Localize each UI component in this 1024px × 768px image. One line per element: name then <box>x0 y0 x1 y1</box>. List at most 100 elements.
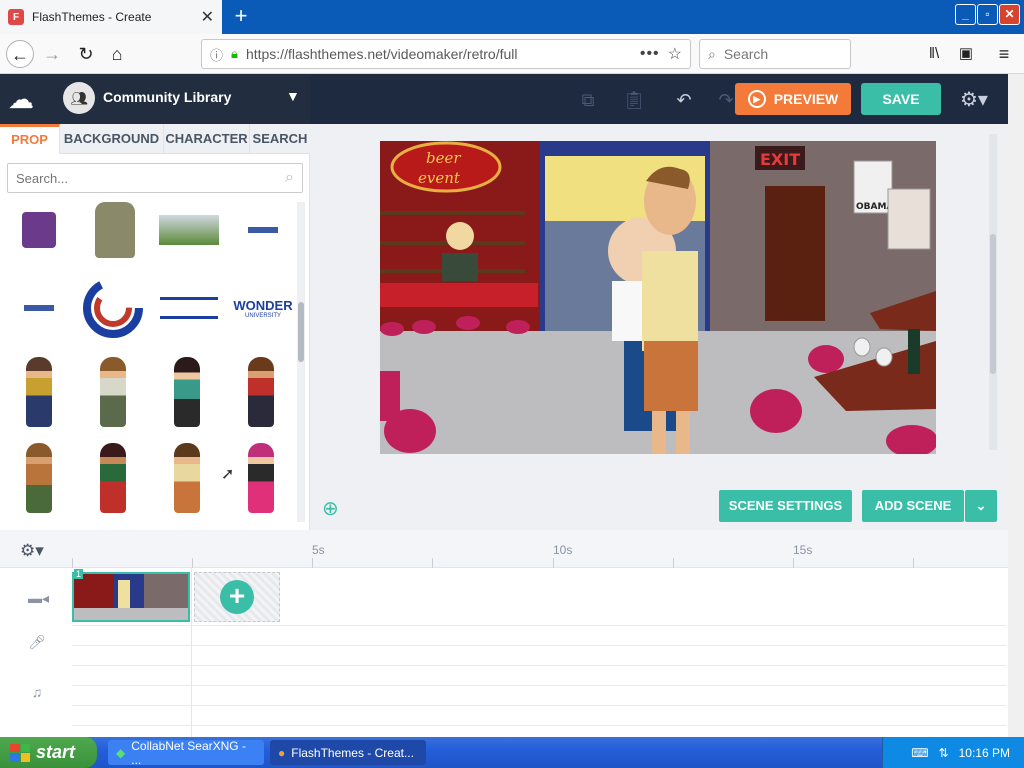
back-icon[interactable]: ← <box>6 40 34 68</box>
library-scrollbar[interactable] <box>297 202 305 522</box>
minimize-icon[interactable]: _ <box>955 4 976 25</box>
tick-label: 5s <box>312 543 325 557</box>
character-thumb[interactable] <box>81 438 145 518</box>
add-scene-slot[interactable]: + <box>194 572 280 622</box>
video-track-icon: ▬◂ <box>28 590 50 606</box>
tab-close-icon[interactable]: ✕ <box>201 7 214 27</box>
browser-search-box[interactable]: ⌕ Search <box>699 39 851 69</box>
add-scene-button[interactable]: ADD SCENE <box>862 490 964 522</box>
library-icon[interactable]: ‖\ <box>920 40 948 68</box>
character-thumb[interactable] <box>81 352 145 432</box>
library-header: ☁ 👥︎ Community Library ▼ <box>0 74 310 124</box>
save-button[interactable]: SAVE <box>861 83 941 115</box>
voice-track-row <box>72 646 1006 666</box>
community-icon: 👥︎ <box>63 82 95 114</box>
cloud-upload-icon[interactable]: ☁ <box>8 84 42 114</box>
play-icon: ▶ <box>747 90 766 108</box>
copy-icon[interactable]: ⧉ <box>574 86 602 114</box>
asset-thumb[interactable] <box>157 202 221 270</box>
character-thumb[interactable] <box>229 352 293 432</box>
info-icon[interactable]: ⓘ <box>210 45 223 64</box>
scene-settings-button[interactable]: SCENE SETTINGS <box>719 490 852 522</box>
page-actions-icon[interactable]: ••• <box>640 45 660 63</box>
tab-background[interactable]: BACKGROUND <box>60 124 164 154</box>
music-track-row <box>72 686 1006 706</box>
library-selector-label[interactable]: Community Library <box>103 89 231 105</box>
window-close-icon[interactable]: ✕ <box>999 4 1020 25</box>
stage-scrollbar[interactable] <box>989 134 997 450</box>
asset-thumb[interactable] <box>83 202 147 270</box>
tab-prop[interactable]: PROP <box>0 124 60 154</box>
mouse-cursor: ➚ <box>221 466 235 483</box>
keyboard-icon[interactable]: ⌨ <box>911 746 928 760</box>
taskbar-item[interactable]: ◆ CollabNet SearXNG - ... <box>108 739 264 767</box>
add-scene-dropdown-icon[interactable]: ⌄ <box>965 490 997 522</box>
wonder-logo-text: WONDER <box>233 297 293 313</box>
beer-sign-text: beer <box>426 149 461 167</box>
wonder-logo-subtext: UNIVERSITY <box>244 312 281 319</box>
sidebar-icon[interactable]: ▣ <box>952 40 980 68</box>
asset-library-panel: PROP BACKGROUND CHARACTER SEARCH ⌕ WONDE… <box>0 124 310 530</box>
timeline-settings-icon[interactable]: ⚙▾ <box>20 541 44 561</box>
library-search-input[interactable] <box>16 170 286 186</box>
asset-thumb[interactable] <box>231 202 295 270</box>
start-label: start <box>36 742 76 762</box>
paste-icon[interactable]: 📋︎ <box>620 86 648 114</box>
page-scrollbar[interactable] <box>1008 74 1024 737</box>
timeline-tracks: ▬◂ 🎤︎ ♫ 1 + <box>0 568 1008 737</box>
music-track-row <box>72 706 1006 726</box>
character-thumb[interactable] <box>155 352 219 432</box>
url-bar[interactable]: ⓘ 🔒︎ https://flashthemes.net/videomaker/… <box>201 39 691 69</box>
tab-search[interactable]: SEARCH <box>250 124 310 154</box>
asset-thumb[interactable] <box>81 268 145 348</box>
windows-flag-icon <box>10 743 30 762</box>
scene-canvas[interactable]: beer event EXIT OBAMA <box>380 141 936 454</box>
character-thumb[interactable] <box>229 438 293 518</box>
url-text[interactable]: https://flashthemes.net/videomaker/retro… <box>246 46 632 62</box>
search-icon: ⌕ <box>708 45 716 62</box>
asset-thumb[interactable] <box>157 268 221 348</box>
asset-thumb[interactable] <box>7 202 71 270</box>
preview-button[interactable]: ▶ PREVIEW <box>735 83 851 115</box>
menu-icon[interactable]: ≡ <box>990 40 1018 68</box>
lock-icon: 🔒︎ <box>231 46 238 61</box>
voice-track-row <box>72 626 1006 646</box>
taskbar-item-active[interactable]: ● FlashThemes - Creat... <box>270 740 426 765</box>
start-button[interactable]: start <box>0 737 97 768</box>
asset-thumb[interactable] <box>7 268 71 348</box>
preview-label: PREVIEW <box>773 91 839 107</box>
plus-icon[interactable]: + <box>220 580 254 614</box>
reload-icon[interactable]: ↻ <box>72 40 100 68</box>
zoom-in-icon[interactable]: ⊕ <box>322 496 339 521</box>
system-tray: ⌨ ⇅ 10:16 PM <box>882 737 1024 768</box>
tab-character[interactable]: CHARACTER <box>164 124 250 154</box>
character-thumb[interactable] <box>7 352 71 432</box>
bookmark-star-icon[interactable]: ☆ <box>668 44 682 64</box>
home-icon[interactable]: ⌂ <box>103 40 131 68</box>
new-tab-icon[interactable]: + <box>228 4 254 30</box>
exit-sign-text: EXIT <box>760 150 800 169</box>
undo-icon[interactable]: ↶ <box>670 86 698 114</box>
flashthemes-favicon: F <box>8 9 24 25</box>
settings-gear-icon[interactable]: ⚙▾ <box>960 87 988 112</box>
music-track-row <box>72 666 1006 686</box>
forward-icon[interactable]: → <box>38 40 66 68</box>
browser-tab[interactable]: F FlashThemes - Create ✕ <box>0 0 222 34</box>
clock[interactable]: 10:16 PM <box>959 746 1010 760</box>
firefox-icon: ● <box>278 745 286 760</box>
chevron-down-icon[interactable]: ▼ <box>286 88 300 104</box>
event-sign-text: event <box>418 169 461 187</box>
scene-number-badge: 1 <box>74 569 84 579</box>
character-thumb[interactable] <box>155 438 219 518</box>
maximize-icon[interactable]: ▫ <box>977 4 998 25</box>
tick-label: 15s <box>793 543 813 557</box>
character-thumb[interactable] <box>7 438 71 518</box>
bar-scene: beer event EXIT OBAMA <box>380 141 936 454</box>
swirl-logo-icon <box>83 278 143 338</box>
tick-label: 10s <box>553 543 573 557</box>
searxng-icon: ◆ <box>116 745 126 760</box>
asset-thumb[interactable]: WONDER UNIVERSITY <box>231 268 295 348</box>
scene-clip[interactable] <box>72 572 190 622</box>
divider <box>191 568 192 737</box>
network-icon[interactable]: ⇅ <box>939 746 949 760</box>
